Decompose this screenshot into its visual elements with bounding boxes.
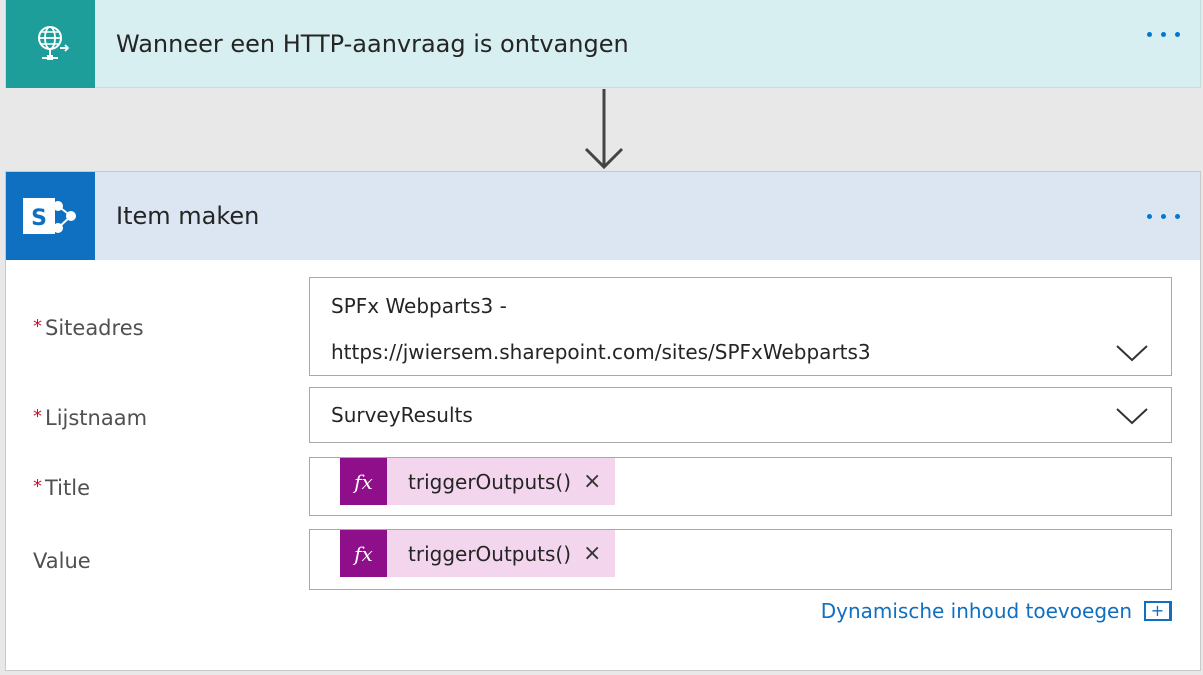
fx-icon: fx <box>340 458 387 505</box>
dot-icon <box>1147 32 1152 37</box>
http-request-icon <box>6 0 95 88</box>
dot-icon <box>1161 214 1166 219</box>
dot-icon <box>1147 214 1152 219</box>
chevron-down-icon[interactable] <box>1115 406 1149 426</box>
site-address-dropdown[interactable]: SPFx Webparts3 - https://jwiersem.sharep… <box>309 277 1172 376</box>
svg-text:S: S <box>31 206 47 231</box>
dot-icon <box>1175 214 1180 219</box>
trigger-title: Wanneer een HTTP-aanvraag is ontvangen <box>116 30 629 58</box>
list-name-label: * Lijstnaam <box>33 406 148 430</box>
action-title: Item maken <box>116 202 260 230</box>
list-name-value: SurveyResults <box>331 403 473 427</box>
action-header[interactable]: S Item maken <box>6 172 1200 260</box>
plus-icon: + <box>1144 601 1172 621</box>
expression-token[interactable]: fx triggerOutputs() × <box>340 458 616 505</box>
trigger-card[interactable]: Wanneer een HTTP-aanvraag is ontvangen <box>5 0 1201 88</box>
action-card: S Item maken * Siteadres SPFx Webparts3 -… <box>5 171 1201 671</box>
dot-icon <box>1175 32 1180 37</box>
site-address-value-line1: SPFx Webparts3 - <box>331 294 507 318</box>
action-more-options-button[interactable] <box>1147 214 1180 219</box>
site-address-label: * Siteadres <box>33 316 144 340</box>
value-label: Value <box>33 549 91 573</box>
required-marker: * <box>33 476 42 497</box>
trigger-more-options-button[interactable] <box>1147 32 1180 37</box>
site-address-value-line2: https://jwiersem.sharepoint.com/sites/SP… <box>331 340 871 364</box>
add-dynamic-content-label: Dynamische inhoud toevoegen <box>820 599 1132 623</box>
remove-token-button[interactable]: × <box>583 469 601 494</box>
required-marker: * <box>33 406 42 427</box>
add-dynamic-content-link[interactable]: Dynamische inhoud toevoegen + <box>821 599 1172 623</box>
required-marker: * <box>33 316 42 337</box>
list-name-dropdown[interactable]: SurveyResults <box>309 387 1172 443</box>
expression-token[interactable]: fx triggerOutputs() × <box>340 530 616 577</box>
token-label: triggerOutputs() <box>408 541 572 566</box>
value-input[interactable]: fx triggerOutputs() × <box>309 529 1172 590</box>
token-label: triggerOutputs() <box>408 469 572 494</box>
remove-token-button[interactable]: × <box>583 541 601 566</box>
title-label: * Title <box>33 476 91 500</box>
sharepoint-icon: S <box>6 172 95 260</box>
title-input[interactable]: fx triggerOutputs() × <box>309 457 1172 516</box>
fx-icon: fx <box>340 530 387 577</box>
connector-arrow-icon <box>584 89 624 170</box>
chevron-down-icon[interactable] <box>1115 343 1149 363</box>
dot-icon <box>1161 32 1166 37</box>
